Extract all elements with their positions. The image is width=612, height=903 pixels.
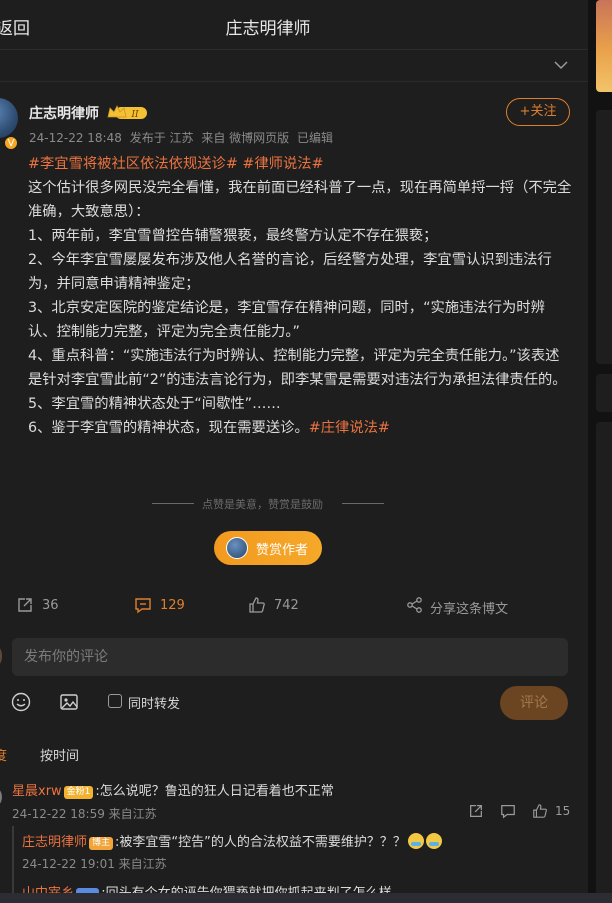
post-source: 来自 微博网页版	[201, 131, 290, 145]
reply-text: :被李宜雪“控告”的人的合法权益不需要维护？？？	[115, 835, 406, 850]
verified-badge: V	[4, 136, 18, 150]
post-meta: 24-12-22 18:48 发布于 江苏 来自 微博网页版 已编辑	[29, 129, 337, 146]
repost-checkbox[interactable]	[108, 694, 122, 708]
divider-line	[152, 503, 194, 504]
sidebar-panel	[596, 422, 612, 895]
post-body: #李宜雪将被社区依法依规送诊# #律师说法# 这个估计很多网民没完全看懂，我在前…	[28, 152, 573, 440]
laugh-cry-emoji-icon	[407, 833, 424, 849]
post-paragraph-text: 6、鉴于李宜雪的精神状态，现在需要送诊。	[28, 420, 309, 436]
reply-username[interactable]: 庄志明律师	[22, 835, 87, 850]
reward-author-button[interactable]: 赞赏作者	[214, 531, 322, 565]
reward-hint-text: 点赞是美意，赞赏是鼓励	[202, 498, 323, 511]
author-badge: 博主	[89, 837, 114, 850]
hashtag-line: #李宜雪将被社区依法依规送诊# #律师说法#	[28, 152, 573, 176]
post-paragraph: 1、两年前，李宜雪曾控告辅警猥亵，最终警方认定不存在猥亵；	[28, 228, 438, 244]
share-icon	[407, 597, 422, 613]
post-timestamp[interactable]: 24-12-22 18:48	[29, 131, 122, 145]
post-paragraph: 3、北京安定医院的鉴定结论是，李宜雪存在精神问题，同时，“实施违法行为时辨认、控…	[28, 300, 545, 340]
post-paragraph: 这个估计很多网民没完全看懂，我在前面已经科普了一点，现在再简单捋一捋（不完全准确…	[28, 180, 572, 220]
repost-icon[interactable]	[468, 803, 484, 819]
right-sidebar	[596, 0, 612, 903]
reward-avatar	[226, 537, 248, 559]
top-bar: 返回 庄志明律师	[0, 0, 588, 50]
reward-hint: 点赞是美意，赞赏是鼓励	[152, 495, 384, 513]
hashtag-link[interactable]: #律师说法#	[242, 156, 323, 172]
post-location: 发布于 江苏	[129, 131, 194, 145]
weibo-post-card: 返回 庄志明律师 V 庄志明律师 II 24-12-22 18:48 发布于 江…	[0, 0, 588, 895]
laugh-cry-emoji-icon	[425, 833, 442, 849]
author-avatar[interactable]	[0, 98, 18, 138]
comment-icon[interactable]	[500, 803, 516, 819]
chevron-down-icon[interactable]	[553, 57, 569, 73]
post-paragraph: 4、重点科普：“实施违法行为时辨认、控制能力完整，评定为完全责任能力。”该表述是…	[28, 348, 567, 388]
sidebar-panel	[596, 110, 612, 364]
comment-meta: 24-12-22 18:59 来自江苏	[12, 807, 157, 821]
comment-count: 129	[160, 598, 185, 613]
post-actions-bar: 36 129 742 分享这条博文	[0, 592, 588, 622]
hashtag-link[interactable]: #李宜雪将被社区依法依规送诊#	[28, 156, 238, 172]
submit-comment-button[interactable]: 评论	[500, 686, 568, 720]
sort-tab-hot[interactable]: 度	[0, 745, 7, 764]
repost-checkbox-label[interactable]: 同时转发	[128, 693, 180, 712]
hashtag-link[interactable]: #庄律说法#	[309, 420, 390, 436]
emoji-icon[interactable]	[11, 692, 31, 712]
share-label: 分享这条博文	[430, 602, 509, 617]
thumbs-up-icon[interactable]	[532, 803, 548, 819]
post-edited[interactable]: 已编辑	[297, 131, 333, 145]
reward-button-label: 赞赏作者	[256, 543, 309, 558]
repost-count: 36	[42, 598, 59, 613]
post-paragraph: 2、今年李宜雪屡屡发布涉及他人名誉的言论，后经警方处理，李宜雪认识到违法行为，并…	[28, 252, 552, 292]
sidebar-panel	[596, 374, 612, 412]
reply-thread-line	[12, 826, 14, 895]
comment-username[interactable]: 星晨xrw	[12, 784, 62, 799]
reply-meta: 24-12-22 19:01 来自江苏	[22, 857, 167, 871]
comment-input[interactable]	[12, 638, 568, 676]
sidebar-cover-image[interactable]	[596, 0, 612, 92]
fan-badge: 金粉1	[63, 786, 94, 799]
my-avatar	[0, 643, 2, 669]
comment-item: 星晨xrw 金粉1:怎么说呢？鲁迅的狂人日记看着也不正常	[12, 780, 334, 799]
comment-icon	[135, 598, 151, 614]
image-icon[interactable]	[59, 692, 79, 712]
collapse-row	[0, 50, 588, 82]
author-name[interactable]: 庄志明律师	[29, 103, 99, 123]
thumbs-up-icon	[249, 597, 265, 613]
follow-button[interactable]: +关注	[506, 98, 570, 126]
sort-tab-time[interactable]: 按时间	[40, 745, 79, 764]
page-title: 庄志明律师	[225, 19, 311, 39]
commenter-avatar[interactable]	[0, 785, 2, 809]
comment-tools: 15	[468, 803, 572, 821]
level-badge-text: II	[130, 110, 139, 120]
crown-level-icon: II	[107, 105, 147, 120]
post-paragraph: 5、李宜雪的精神状态处于“间歇性”……	[28, 396, 281, 412]
repost-icon	[18, 598, 32, 612]
like-count: 742	[274, 598, 299, 613]
divider-line	[342, 503, 384, 504]
post-paragraph: 6、鉴于李宜雪的精神状态，现在需要送诊。#庄律说法#	[28, 416, 573, 440]
comment-text: :怎么说呢？鲁迅的狂人日记看着也不正常	[95, 784, 334, 799]
comment-like-count: 15	[555, 804, 571, 818]
bottom-bar	[0, 893, 612, 903]
reply-item: 庄志明律师 博主:被李宜雪“控告”的人的合法权益不需要维护？？？	[22, 831, 442, 850]
